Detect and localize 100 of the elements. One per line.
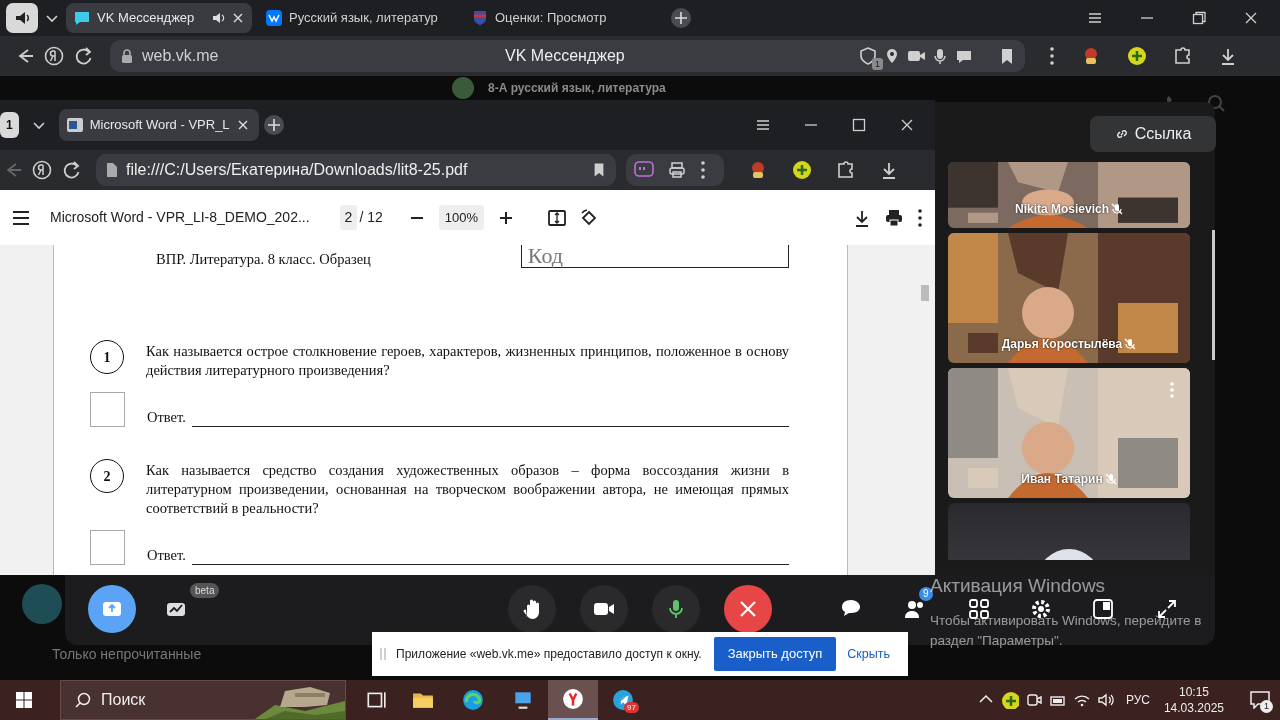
new-tab-icon[interactable]: [670, 7, 692, 29]
drag-handle-icon[interactable]: [380, 647, 386, 661]
close-icon[interactable]: [899, 117, 915, 133]
bookmark-icon[interactable]: [592, 162, 606, 178]
clock-date[interactable]: 14.03.2025: [1163, 700, 1224, 716]
filter-label[interactable]: Только непрочитанные: [52, 644, 202, 665]
rotate-icon[interactable]: [580, 208, 598, 227]
print-icon[interactable]: [885, 208, 903, 227]
add-icon[interactable]: [1000, 691, 1019, 709]
download-icon[interactable]: [853, 208, 871, 227]
browser-tab[interactable]: Оценки: Просмотр: [464, 3, 664, 33]
close-icon[interactable]: [1243, 10, 1259, 26]
more-icon[interactable]: [700, 160, 706, 180]
notification-icon[interactable]: [1250, 691, 1270, 709]
menu-icon[interactable]: [1087, 10, 1103, 26]
settings-icon[interactable]: [1030, 598, 1052, 620]
language-indicator[interactable]: РУС: [1125, 691, 1150, 709]
browser-icon[interactable]: [462, 689, 484, 711]
page-title: VK Мессенджер: [505, 46, 625, 66]
add-icon[interactable]: [1127, 46, 1147, 66]
chat-title: 8-А русский язык, литература: [488, 81, 666, 95]
close-icon[interactable]: [236, 119, 249, 131]
computer-icon[interactable]: [512, 689, 534, 711]
download-icon[interactable]: [1219, 47, 1237, 65]
menu-icon[interactable]: [755, 117, 771, 133]
address-bar[interactable]: file:///C:/Users/Екатерина/Downloads/lit8-25.pdf: [96, 154, 616, 186]
question-text: Как называется средство создания художественных образов – форма воссоздания жизни в литературном произведении, основанная на творческом воображении автора, не имеющая прямых соответствий в реальности?: [146, 461, 789, 518]
notification-badge: 1: [1260, 700, 1273, 713]
answer-label: Ответ.: [147, 408, 186, 428]
search-icon: [1207, 94, 1225, 112]
windows-logo-icon[interactable]: [16, 692, 32, 708]
task-view-icon[interactable]: [365, 689, 387, 711]
hide-button[interactable]: Скрыть: [846, 643, 891, 665]
page-number-field[interactable]: 2: [339, 205, 358, 230]
browser-tab[interactable]: Microsoft Word - VPR_L: [58, 109, 259, 141]
browser-tab[interactable]: Русский язык, литератур: [258, 3, 458, 33]
answer-label: Ответ.: [147, 546, 186, 566]
yandex-browser-icon[interactable]: [562, 688, 584, 710]
file-icon: [106, 162, 118, 178]
page-header: ВПР. Литература. 8 класс. Образец: [156, 250, 372, 269]
zoom-field[interactable]: 100%: [438, 204, 484, 231]
beta-badge: beta: [190, 583, 220, 598]
print-icon[interactable]: [668, 161, 686, 179]
new-tab-icon[interactable]: [262, 114, 285, 136]
activation-text: Чтобы активировать Windows, перейдите в раздел "Параметры".: [930, 612, 1203, 650]
question-text: Как называется острое столкновение героев, характеров, жизненных принципов, положенное в основу действия литературного произведения?: [146, 342, 789, 380]
more-icon[interactable]: [1049, 46, 1055, 66]
people-icon[interactable]: [904, 598, 926, 620]
scrollbar[interactable]: [921, 285, 929, 301]
scrollbar[interactable]: [1212, 230, 1215, 360]
more-icon[interactable]: [917, 207, 923, 228]
camera-icon[interactable]: [1024, 691, 1043, 709]
yandex-icon[interactable]: [32, 160, 52, 180]
link-button[interactable]: Ссылка: [1090, 116, 1216, 152]
browser-tab[interactable]: VK Мессенджер: [66, 3, 252, 33]
screen-share-icon[interactable]: [102, 601, 122, 617]
zoom-in-icon[interactable]: [498, 209, 514, 226]
chat-avatar-icon: [22, 584, 62, 624]
menu-icon[interactable]: [12, 209, 30, 226]
lock-icon: [120, 48, 134, 64]
restore-icon[interactable]: [1191, 10, 1207, 26]
whiteboard-icon[interactable]: [166, 600, 188, 618]
reload-icon[interactable]: [74, 46, 94, 66]
stop-sharing-button[interactable]: Закрыть доступ: [713, 637, 837, 671]
grid-icon[interactable]: [968, 598, 990, 620]
speaker-icon[interactable]: [13, 9, 31, 27]
volume-icon[interactable]: [1096, 691, 1115, 709]
unread-badge: 97: [624, 702, 639, 713]
bookmark-icon[interactable]: [999, 47, 1015, 65]
participant-name: Дарья Коростылёва: [1001, 336, 1123, 353]
shield-icon[interactable]: [859, 46, 877, 66]
search-field[interactable]: Поиск: [60, 680, 346, 720]
url-text: file:///C:/Users/Екатерина/Downloads/lit8-25.pdf: [126, 160, 468, 180]
yandex-icon[interactable]: [44, 46, 64, 66]
fit-page-icon[interactable]: [548, 208, 566, 227]
close-icon[interactable]: [232, 12, 244, 24]
location-icon[interactable]: [885, 48, 899, 64]
puzzle-icon[interactable]: [836, 160, 856, 180]
download-icon[interactable]: [880, 161, 898, 179]
puzzle-icon[interactable]: [1173, 46, 1193, 66]
telegram-icon[interactable]: [612, 689, 634, 711]
link-icon: [1114, 127, 1129, 141]
code-field: Код: [520, 245, 789, 268]
quote-icon[interactable]: [634, 161, 654, 179]
chat-avatar-icon: [452, 77, 474, 99]
document-title: Microsoft Word - VPR_LI-8_DEMO_202...: [50, 208, 310, 227]
chat-icon[interactable]: [955, 48, 973, 64]
microphone-icon[interactable]: [933, 47, 947, 65]
clock-time[interactable]: 10:15: [1178, 684, 1209, 700]
add-icon[interactable]: [792, 160, 812, 180]
maximize-icon[interactable]: [851, 117, 867, 133]
share-message: Приложение «web.vk.me» предоставило доступ к окну.: [396, 646, 702, 663]
chat-bubble-icon: [74, 10, 90, 26]
permission-badge: 1: [872, 58, 883, 70]
search-icon: [75, 692, 91, 708]
reload-icon[interactable]: [62, 160, 82, 180]
vk-logo-icon: [266, 10, 282, 26]
address-bar[interactable]: web.vk.me VK Мессенджер 1: [110, 40, 1025, 72]
window-counter[interactable]: 1: [0, 112, 19, 138]
crest-icon: [472, 10, 488, 26]
